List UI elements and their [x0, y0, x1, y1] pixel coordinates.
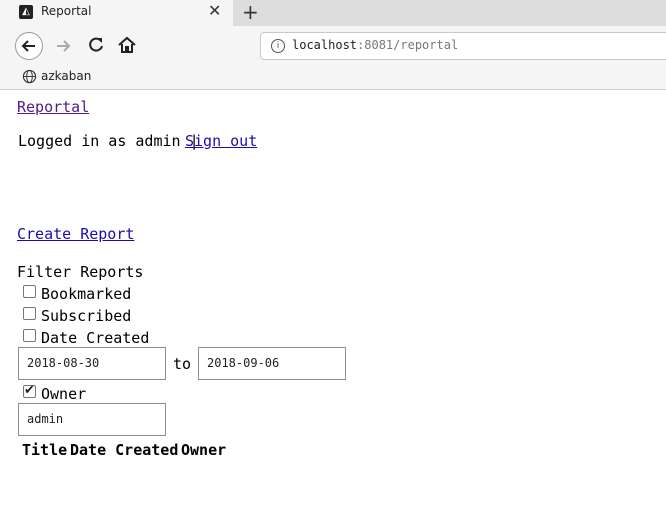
- date-to-input[interactable]: 2018-09-06: [198, 347, 346, 380]
- logged-in-text: Logged in as admin |: [18, 132, 199, 150]
- reload-button[interactable]: [85, 34, 107, 56]
- back-button[interactable]: [15, 32, 43, 60]
- reportal-home-link[interactable]: Reportal: [17, 98, 89, 116]
- url-text: localhost:8081/reportal: [292, 38, 458, 52]
- date-created-label: Date Created: [41, 329, 150, 347]
- arrow-right-icon: [57, 40, 71, 52]
- reload-icon: [89, 37, 103, 52]
- forward-button[interactable]: [52, 33, 76, 59]
- column-header-date-created: Date Created: [70, 441, 179, 459]
- subscribed-label: Subscribed: [41, 307, 132, 325]
- date-from-input[interactable]: 2018-08-30: [18, 347, 166, 380]
- create-report-link[interactable]: Create Report: [17, 225, 134, 243]
- address-bar[interactable]: i localhost:8081/reportal: [260, 32, 666, 60]
- subscribed-checkbox[interactable]: [23, 307, 36, 320]
- filter-title: Filter Reports: [17, 263, 144, 281]
- tab-bar: ◭ Reportal ✕ +: [0, 0, 666, 26]
- owner-input[interactable]: admin: [18, 403, 166, 436]
- close-icon[interactable]: ✕: [208, 2, 221, 20]
- column-header-owner: Owner: [181, 441, 227, 459]
- bookmark-azkaban[interactable]: azkaban: [41, 69, 91, 83]
- url-host: localhost: [292, 38, 358, 52]
- arrow-left-icon: [21, 40, 35, 52]
- globe-icon: [22, 69, 37, 84]
- date-created-checkbox[interactable]: [23, 329, 36, 342]
- home-icon: [118, 36, 136, 53]
- date-to-label: to: [173, 355, 192, 373]
- tab-title: Reportal: [41, 4, 92, 18]
- owner-label: Owner: [41, 385, 87, 403]
- home-button[interactable]: [116, 34, 138, 56]
- browser-tab[interactable]: ◭ Reportal ✕: [0, 0, 233, 26]
- bookmarked-checkbox[interactable]: [23, 285, 36, 298]
- bookmarked-label: Bookmarked: [41, 285, 132, 303]
- reportal-logo-icon: ◭: [19, 5, 33, 19]
- owner-checkbox[interactable]: [23, 383, 36, 398]
- column-header-title: Title: [22, 441, 68, 459]
- bookmarks-bar: azkaban: [0, 66, 666, 90]
- sign-out-link[interactable]: Sign out: [185, 132, 257, 150]
- info-icon[interactable]: i: [271, 39, 285, 53]
- new-tab-icon[interactable]: +: [242, 0, 259, 24]
- navigation-bar: i localhost:8081/reportal: [0, 26, 666, 66]
- url-path: :8081/reportal: [357, 38, 459, 52]
